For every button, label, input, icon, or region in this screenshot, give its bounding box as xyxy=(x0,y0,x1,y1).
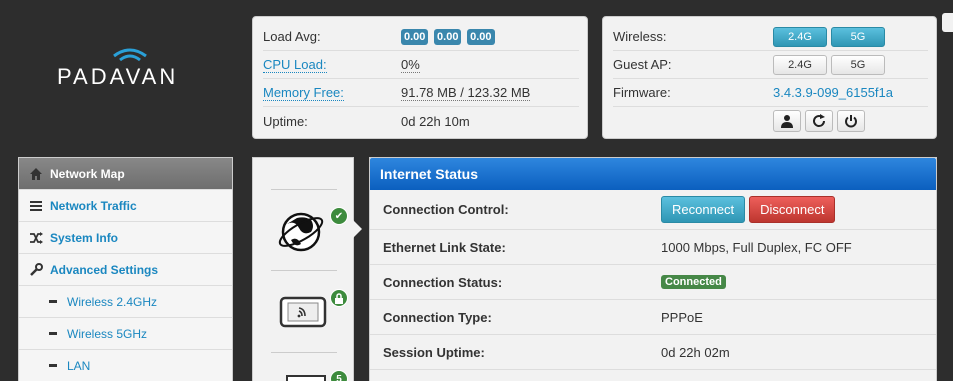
side-scroll-tab[interactable] xyxy=(942,13,953,32)
disconnect-button[interactable]: Disconnect xyxy=(749,196,836,223)
selection-arrow xyxy=(353,220,362,238)
sidebar-subitem-wireless-24[interactable]: Wireless 2.4GHz xyxy=(19,286,232,318)
ethernet-link-row: Ethernet Link State: 1000 Mbps, Full Dup… xyxy=(370,230,936,265)
firmware-row: Firmware: 3.4.3.9-099_6155f1a xyxy=(613,79,928,107)
sidebar-item-advanced-settings[interactable]: Advanced Settings xyxy=(19,254,232,286)
monitor-icon xyxy=(286,375,326,381)
sidebar-subitem-lan[interactable]: LAN xyxy=(19,350,232,381)
memory-free-link[interactable]: Memory Free: xyxy=(263,85,344,101)
user-icon xyxy=(781,115,793,128)
connection-type-row: Connection Type: PPPoE xyxy=(370,300,936,335)
sidebar-subitem-label: LAN xyxy=(67,358,91,373)
dash-icon xyxy=(49,332,57,335)
internet-ok-badge: ✔ xyxy=(330,207,348,225)
internet-device[interactable] xyxy=(277,206,331,254)
uptime-row: Uptime: 0d 22h 10m xyxy=(263,107,579,135)
uptime-value: 0d 22h 10m xyxy=(401,113,470,129)
globe-icon xyxy=(278,212,324,252)
lock-icon xyxy=(335,293,343,304)
ethernet-link-label: Ethernet Link State: xyxy=(383,239,506,255)
sidebar-subitem-wireless-5[interactable]: Wireless 5GHz xyxy=(19,318,232,350)
brand-name: PADAVAN xyxy=(57,64,179,89)
sidebar-item-system-info[interactable]: System Info xyxy=(19,222,232,254)
reconnect-button[interactable]: Reconnect xyxy=(661,196,746,223)
power-button[interactable] xyxy=(837,110,865,132)
sidebar-item-label: Network Traffic xyxy=(50,198,137,213)
connection-type-value: PPPoE xyxy=(661,309,703,325)
device-column: ✔ 5 xyxy=(252,157,362,381)
load-avg-values: 0.00 0.00 0.00 xyxy=(401,28,497,45)
brand-logo: PADAVAN xyxy=(50,42,210,112)
connection-status-row: Connection Status: Connected xyxy=(370,265,936,300)
connection-status-label: Connection Status: xyxy=(383,274,503,290)
wireless-5g-button[interactable]: 5G xyxy=(831,26,885,47)
refresh-button[interactable] xyxy=(805,110,833,132)
memory-free-value: 91.78 MB / 123.32 MB xyxy=(401,84,531,101)
clients-count-badge: 5 xyxy=(330,370,348,381)
connection-control-row: Connection Control: Reconnect Disconnect xyxy=(370,190,936,230)
guest-ap-row: Guest AP: 2.4G 5G xyxy=(613,51,928,79)
actions-row xyxy=(613,107,928,135)
router-icon xyxy=(279,296,327,328)
firmware-label: Firmware: xyxy=(613,85,671,100)
status-badge: Connected xyxy=(661,275,726,289)
uptime-label: Uptime: xyxy=(263,113,308,129)
ethernet-link-value: 1000 Mbps, Full Duplex, FC OFF xyxy=(661,239,852,255)
power-icon xyxy=(845,115,857,128)
traffic-icon xyxy=(30,200,42,211)
device-separator xyxy=(271,352,337,353)
sidebar: Network Map Network Traffic System Info … xyxy=(18,157,233,381)
load-avg-row: Load Avg: 0.00 0.00 0.00 xyxy=(263,23,579,51)
load-avg-5: 0.00 xyxy=(434,29,462,45)
shuffle-icon xyxy=(30,231,43,244)
wifi-icon xyxy=(113,48,147,62)
wireless-label: Wireless: xyxy=(613,29,667,44)
user-button[interactable] xyxy=(773,110,801,132)
guest-ap-label: Guest AP: xyxy=(613,57,672,72)
sidebar-subitem-label: Wireless 2.4GHz xyxy=(67,294,158,309)
guest-5g-button[interactable]: 5G xyxy=(831,54,885,75)
device-separator xyxy=(271,189,337,190)
load-avg-1: 0.00 xyxy=(401,29,429,45)
sidebar-subitem-label: Wireless 5GHz xyxy=(67,326,148,341)
session-uptime-label: Session Uptime: xyxy=(383,344,485,360)
sidebar-item-label: Network Map xyxy=(50,166,125,181)
wireless-row: Wireless: 2.4G 5G xyxy=(613,23,928,51)
cpu-load-value: 0% xyxy=(401,56,420,73)
memory-row: Memory Free: 91.78 MB / 123.32 MB xyxy=(263,79,579,107)
clients-device[interactable] xyxy=(285,374,327,381)
internet-status-panel: Internet Status Connection Control: Reco… xyxy=(369,157,937,381)
session-uptime-row: Session Uptime: 0d 22h 02m xyxy=(370,335,936,370)
home-icon xyxy=(30,167,42,180)
session-uptime-value: 0d 22h 02m xyxy=(661,344,730,360)
router-device[interactable] xyxy=(279,296,329,330)
refresh-icon xyxy=(813,114,826,127)
wrench-icon xyxy=(30,262,43,276)
system-panel: Load Avg: 0.00 0.00 0.00 CPU Load: 0% Me… xyxy=(252,16,588,139)
sidebar-item-network-map[interactable]: Network Map xyxy=(19,158,232,190)
cpu-load-link[interactable]: CPU Load: xyxy=(263,57,327,73)
sidebar-item-label: System Info xyxy=(50,230,119,245)
dash-icon xyxy=(49,300,57,303)
firmware-link[interactable]: 3.4.3.9-099_6155f1a xyxy=(773,85,893,100)
cpu-row: CPU Load: 0% xyxy=(263,51,579,79)
connection-type-label: Connection Type: xyxy=(383,309,492,325)
wireless-24g-button[interactable]: 2.4G xyxy=(773,26,827,47)
device-separator xyxy=(271,270,337,271)
load-avg-15: 0.00 xyxy=(467,29,495,45)
sidebar-item-label: Advanced Settings xyxy=(50,262,159,277)
lock-badge xyxy=(330,289,348,307)
connection-control-label: Connection Control: xyxy=(383,202,509,217)
internet-status-title: Internet Status xyxy=(370,158,936,190)
dash-icon xyxy=(49,364,57,367)
network-panel: Wireless: 2.4G 5G Guest AP: 2.4G 5G Firm… xyxy=(602,16,937,139)
load-avg-label: Load Avg: xyxy=(263,29,321,44)
guest-24g-button[interactable]: 2.4G xyxy=(773,54,827,75)
sidebar-item-network-traffic[interactable]: Network Traffic xyxy=(19,190,232,222)
